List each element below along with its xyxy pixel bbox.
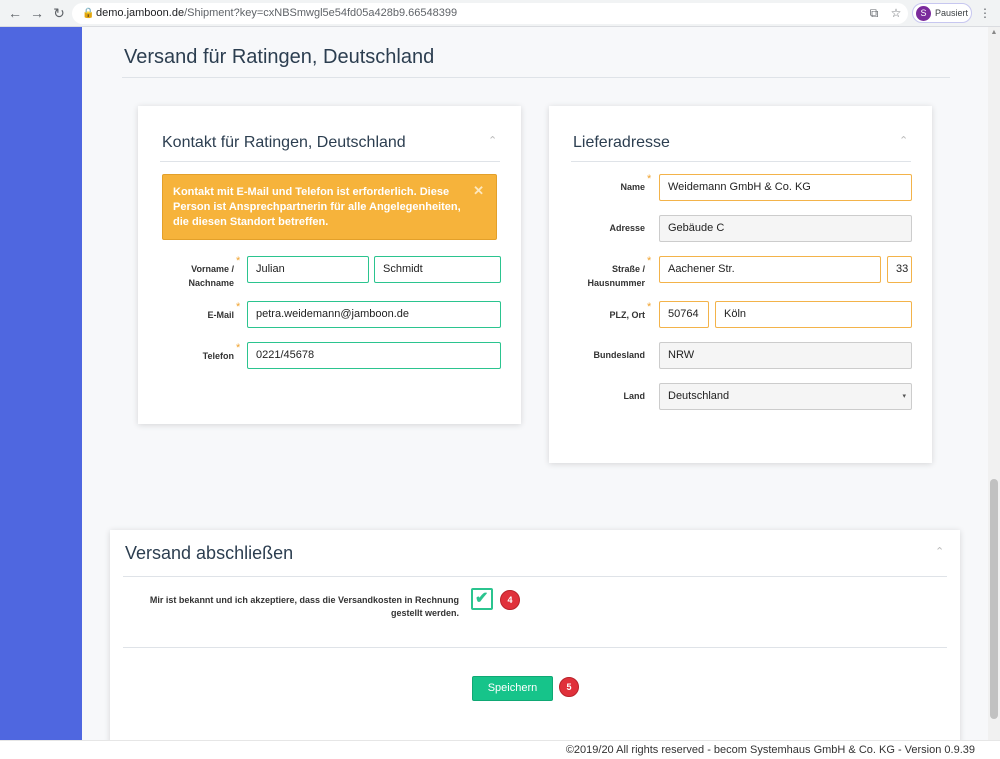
street-label-line1: Straße / [611,264,645,274]
country-label: Land [623,391,646,401]
url-path: /Shipment?key=cxNBSmwgl5e54fd05a428b9.66… [184,7,458,19]
lock-icon: 🔒 [82,8,95,19]
url-text[interactable]: demo.jamboon.de/Shipment?key=cxNBSmwgl5e… [96,3,457,24]
star-icon[interactable]: ☆ [888,5,904,21]
house-number-field[interactable]: 33 [887,256,912,283]
state-label: Bundesland [593,350,645,360]
adresse-label: Adresse [609,223,645,233]
finish-collapse-icon[interactable]: ⌃ [935,545,944,558]
reload-icon[interactable]: ↻ [50,4,68,22]
required-marker: * [236,301,241,313]
footer: ©2019/20 All rights reserved - becom Sys… [0,740,1000,759]
alert-close-icon[interactable]: ✕ [473,183,484,198]
plz-label: PLZ, Ort [609,310,646,320]
address-card-divider [571,161,911,162]
last-name-field[interactable]: Schmidt [374,256,501,283]
save-button[interactable]: Speichern [472,676,553,701]
phone-field[interactable]: 0221/45678 [247,342,501,369]
forward-icon[interactable]: → [28,4,46,22]
checkmark-icon: ✔ [475,590,489,607]
finish-card-divider [123,576,947,577]
phone-label: Telefon [202,351,234,361]
state-field[interactable]: NRW [659,342,912,369]
required-marker: * [647,255,652,267]
browser-toolbar: ← → ↻ 🔒 demo.jamboon.de/Shipment?key=cxN… [0,0,1000,27]
address-collapse-icon[interactable]: ⌃ [899,134,908,147]
finish-bottom-divider [123,647,947,648]
required-marker: * [647,173,652,185]
first-name-field[interactable]: Julian [247,256,369,283]
step-badge-5: 5 [559,677,579,697]
url-host: demo.jamboon.de [96,7,185,19]
plz-field[interactable]: 50764 [659,301,709,328]
street-label: Straße / Hausnummer [570,262,645,290]
required-marker: * [236,255,241,267]
country-value: Deutschland [668,390,730,402]
city-field[interactable]: Köln [715,301,912,328]
required-marker: * [236,342,241,354]
contact-collapse-icon[interactable]: ⌃ [488,134,497,147]
translate-icon[interactable]: ⧉ [866,5,882,21]
street-label-line2: Hausnummer [587,278,645,288]
country-select[interactable]: Deutschland ▾ [659,383,912,410]
name-label-line2: Nachname [188,278,234,288]
address-bar[interactable]: 🔒 demo.jamboon.de/Shipment?key=cxNBSmwgl… [72,3,908,24]
adresse-field[interactable]: Gebäude C [659,215,912,242]
contact-card-divider [160,161,500,162]
contact-required-alert: Kontakt mit E-Mail und Telefon ist erfor… [162,174,497,240]
profile-button[interactable]: S Pausiert [912,3,972,23]
page-scrollbar[interactable]: ▲ [988,27,1000,740]
name-label: Vorname / Nachname [160,262,234,290]
consent-label: Mir ist bekannt und ich akzeptiere, dass… [149,595,459,618]
footer-copyright: ©2019/20 All rights reserved - becom Sys… [565,744,975,756]
required-marker: * [647,301,652,313]
sidebar [0,27,82,740]
alert-text: Kontakt mit E-Mail und Telefon ist erfor… [173,186,461,228]
company-name-label: Name [620,182,645,192]
company-name-field[interactable]: Weidemann GmbH & Co. KG [659,174,912,201]
finish-card-title: Versand abschließen [125,543,294,563]
email-field[interactable]: petra.weidemann@jamboon.de [247,301,501,328]
step-badge-4: 4 [500,590,520,610]
contact-card-title: Kontakt für Ratingen, Deutschland [162,134,406,151]
street-field[interactable]: Aachener Str. [659,256,881,283]
title-divider [122,77,950,78]
scroll-thumb[interactable] [990,479,998,719]
chevron-down-icon: ▾ [902,393,906,400]
scroll-up-icon[interactable]: ▲ [990,29,998,37]
email-label: E-Mail [207,310,234,320]
address-card-title: Lieferadresse [573,134,670,151]
back-icon[interactable]: ← [6,4,24,22]
name-label-line1: Vorname / [191,264,234,274]
browser-menu-icon[interactable]: ⋮ [977,5,993,21]
profile-status: Pausiert [935,8,969,18]
page-title: Versand für Ratingen, Deutschland [124,46,435,68]
profile-avatar: S [916,6,931,21]
consent-checkbox[interactable]: ✔ [471,588,493,610]
